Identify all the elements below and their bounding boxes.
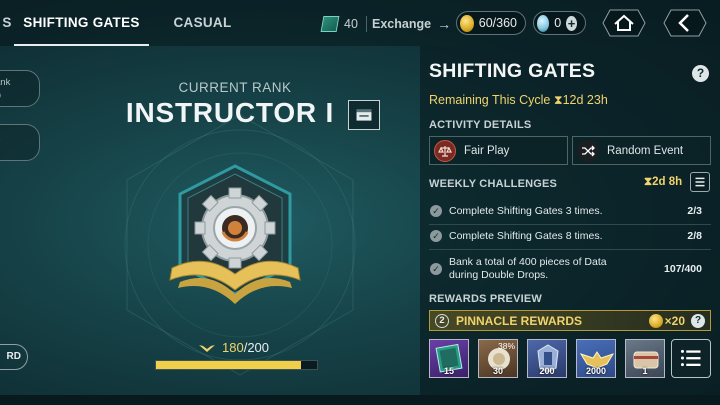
left-stat-label-2: e [0, 136, 1, 147]
silver-currency-pill[interactable]: 0 + [533, 11, 586, 35]
panel-title: SHIFTING GATES [429, 60, 596, 82]
exchange-label: Exchange [372, 17, 432, 31]
left-stat-card-2[interactable]: e [0, 124, 40, 161]
remaining-time: Remaining This Cycle ⧗12d 23h [429, 93, 608, 107]
rank-progress-total: /200 [243, 340, 270, 355]
top-bar: S SHIFTING GATES CASUAL 40 Exchange → 60… [0, 0, 720, 46]
reward-qty: 1 [642, 366, 648, 376]
gold-currency-pill[interactable]: 60/360 [456, 11, 526, 35]
left-stat-label: ank [0, 77, 11, 88]
tab-casual[interactable]: CASUAL [150, 0, 255, 46]
pinnacle-help-icon[interactable]: ? [691, 313, 705, 328]
challenge-progress: 2/8 [687, 230, 702, 242]
reward-item[interactable]: 200 [527, 339, 567, 378]
rank-info-button[interactable] [348, 100, 380, 130]
challenge-progress: 107/400 [664, 263, 702, 275]
rank-progress-bar [155, 360, 318, 370]
current-rank-caption: CURRENT RANK [178, 80, 292, 95]
add-currency-icon[interactable]: + [566, 15, 577, 31]
tab-shifting-gates[interactable]: SHIFTING GATES [14, 0, 149, 46]
gold-count: 60/360 [478, 16, 517, 30]
tab-previous[interactable]: S [0, 0, 14, 46]
shuffle-icon [577, 139, 599, 162]
silver-coin-icon [537, 14, 550, 32]
rank-card-icon [356, 109, 372, 121]
pinnacle-label: PINNACLE REWARDS [456, 313, 583, 328]
left-stat-card[interactable]: ank 0 [0, 70, 40, 107]
reward-item[interactable]: 38% 30 [478, 339, 518, 378]
scales-icon [434, 139, 456, 162]
engram-icon [320, 16, 340, 32]
rank-emblem-icon [169, 164, 301, 304]
reward-percent: 38% [497, 341, 515, 351]
rank-progress-current: 180 [222, 340, 244, 355]
gold-coin-icon [648, 313, 663, 328]
rank-name: INSTRUCTOR I [125, 97, 335, 128]
weekly-timer: ⧗2d 8h [644, 176, 683, 188]
challenge-progress: 2/3 [687, 205, 702, 217]
challenge-row[interactable]: ✓ Bank a total of 400 pieces of Data dur… [424, 254, 712, 284]
reward-item[interactable]: 1 [625, 339, 665, 378]
arrow-right-icon: → [437, 16, 452, 32]
rewards-preview-header: REWARDS PREVIEW [429, 293, 543, 305]
gold-coin-icon [460, 14, 474, 32]
activity-details-header: ACTIVITY DETAILS [429, 119, 532, 131]
exchange-link[interactable]: Exchange → [372, 13, 451, 35]
challenge-text: Complete Shifting Gates 3 times. [449, 205, 603, 217]
rewards-list-button[interactable] [671, 339, 711, 378]
divider [429, 224, 711, 225]
random-event-modifier[interactable]: Random Event [572, 136, 711, 165]
challenge-text: Bank a total of 400 pieces of Data durin… [449, 256, 607, 281]
challenge-row[interactable]: ✓ Complete Shifting Gates 3 times. 2/3 [424, 202, 712, 220]
challenge-text: Complete Shifting Gates 8 times. [449, 230, 603, 242]
fair-play-modifier[interactable]: Fair Play [429, 136, 568, 165]
left-action-button[interactable]: RD [0, 344, 28, 370]
engram-currency: 40 [320, 13, 375, 35]
pinnacle-cost: ×20 [648, 313, 685, 328]
home-button[interactable] [602, 9, 646, 37]
back-button[interactable] [663, 9, 707, 37]
rank-progress-fill [156, 361, 301, 369]
random-event-label: Random Event [607, 144, 684, 157]
silver-count: 0 [554, 16, 562, 30]
pinnacle-count: 2 [435, 313, 449, 328]
check-icon: ✓ [430, 263, 442, 275]
reward-qty: 15 [443, 366, 454, 376]
help-icon[interactable]: ? [692, 65, 709, 82]
reward-item[interactable]: 2000 [576, 339, 616, 378]
pinnacle-cost-value: ×20 [664, 313, 685, 328]
check-icon: ✓ [430, 205, 442, 217]
fair-play-label: Fair Play [464, 144, 510, 157]
left-stat-value: 0 [0, 90, 1, 102]
check-icon: ✓ [430, 230, 442, 242]
divider [365, 16, 367, 32]
reward-qty: 30 [492, 366, 503, 376]
divider [429, 249, 711, 250]
reward-qty: 200 [539, 366, 555, 376]
reward-qty: 2000 [585, 366, 607, 376]
weekly-challenges-header: WEEKLY CHALLENGES [429, 178, 558, 190]
reward-item[interactable]: 15 [429, 339, 469, 378]
challenge-row[interactable]: ✓ Complete Shifting Gates 8 times. 2/8 [424, 227, 712, 245]
list-icon [695, 177, 705, 187]
pinnacle-rewards-bar[interactable]: 2 PINNACLE REWARDS ×20 ? [429, 310, 711, 331]
game-screen: S SHIFTING GATES CASUAL 40 Exchange → 60… [0, 0, 720, 405]
rank-progress: 180 /200 [198, 340, 269, 355]
wing-rank-icon [199, 344, 215, 352]
list-icon [680, 349, 701, 367]
engram-count: 40 [344, 17, 358, 31]
challenges-list-button[interactable] [690, 172, 710, 192]
